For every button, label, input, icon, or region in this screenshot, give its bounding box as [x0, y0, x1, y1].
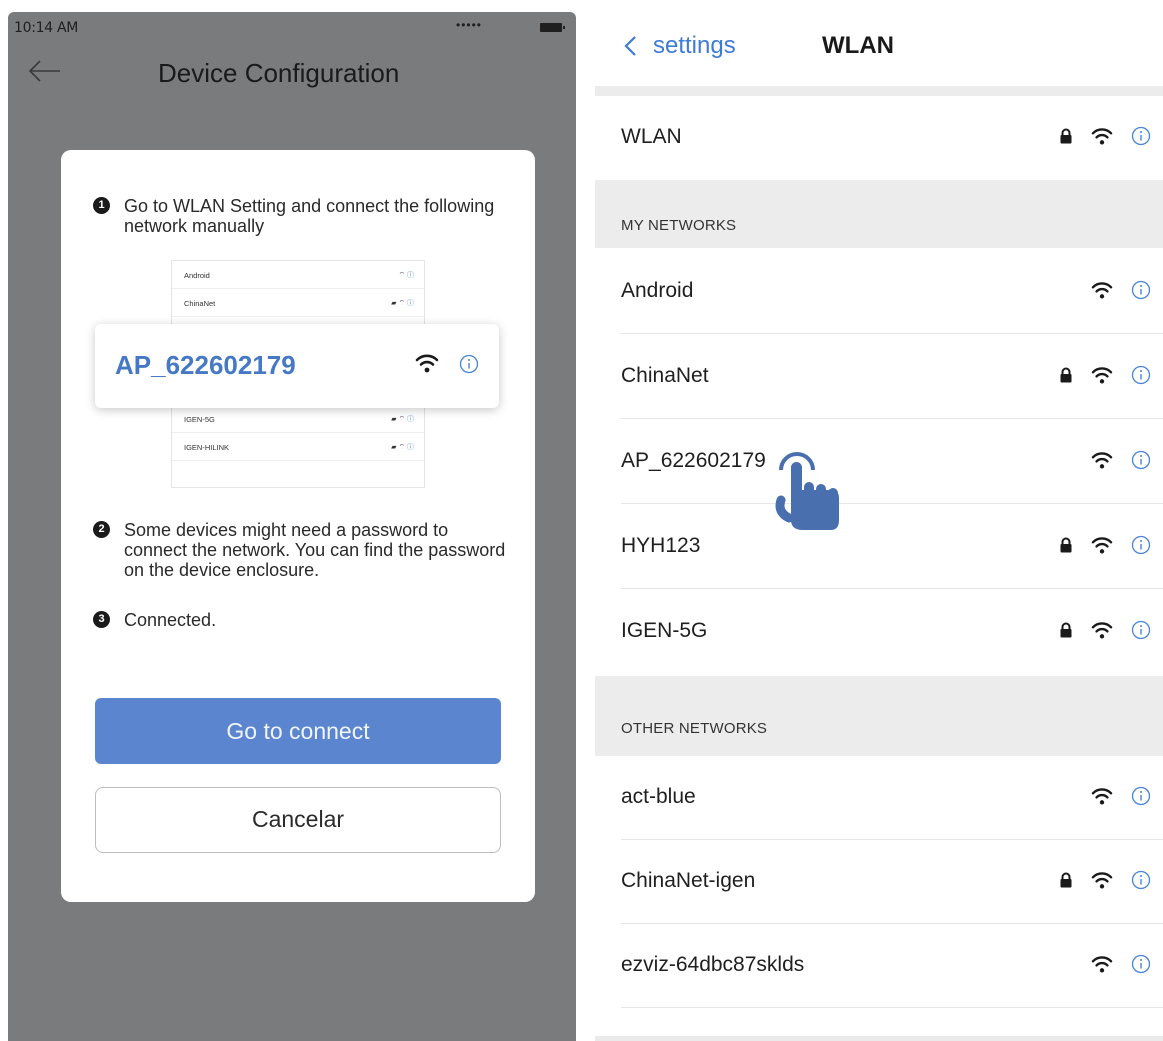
step-1: 1 Go to WLAN Setting and connect the fol…: [93, 196, 513, 236]
wifi-icon: [1091, 367, 1113, 384]
info-icon[interactable]: [1131, 535, 1151, 555]
lock-icon: [1060, 537, 1072, 553]
network-row-act-blue[interactable]: act-blue: [595, 756, 1163, 840]
my-networks-header: MY NETWORKS: [595, 180, 1163, 248]
list-item: ChinaNet ▰ ⌔ ⓘ: [172, 289, 424, 317]
divider: [621, 503, 1163, 504]
divider: [621, 418, 1163, 419]
network-row-ap[interactable]: AP_622602179: [595, 420, 1163, 504]
divider: [621, 588, 1163, 589]
info-icon[interactable]: [1131, 280, 1151, 300]
status-bar: 10:14 AM •••••: [8, 12, 576, 42]
lock-icon: [1060, 128, 1072, 144]
info-icon[interactable]: [1131, 786, 1151, 806]
network-name: AP_622602179: [621, 449, 766, 472]
step-number: 2: [93, 521, 110, 538]
wifi-icon: [1091, 788, 1113, 805]
chevron-left-icon: [624, 36, 636, 56]
network-name: IGEN-5G: [184, 415, 215, 424]
step-text: Go to WLAN Setting and connect the follo…: [124, 196, 495, 236]
info-icon[interactable]: [1131, 450, 1151, 470]
wifi-icon: ⌔ ⓘ: [398, 272, 414, 279]
network-name: Android: [184, 271, 210, 280]
signal-icon: •••••: [456, 18, 483, 32]
step-2: 2 Some devices might need a password to …: [93, 520, 513, 580]
network-row-android[interactable]: Android: [595, 250, 1163, 334]
section-label: OTHER NETWORKS: [621, 720, 768, 737]
info-icon[interactable]: [1131, 126, 1151, 146]
highlighted-network-card: AP_622602179: [95, 324, 499, 408]
back-arrow-icon[interactable]: [26, 56, 62, 86]
network-row-igen-5g[interactable]: IGEN-5G: [595, 590, 1163, 674]
network-row-ezviz[interactable]: ezviz-64dbc87sklds: [595, 924, 1163, 1008]
section-gap: [595, 86, 1163, 96]
back-label: settings: [653, 32, 736, 59]
network-row-chinanet-igen[interactable]: ChinaNet-igen: [595, 840, 1163, 924]
lock-icon: ▰ ⌔ ⓘ: [391, 416, 414, 423]
network-name: IGEN-HILINK: [184, 443, 230, 452]
instructions-dialog: 1 Go to WLAN Setting and connect the fol…: [61, 150, 535, 902]
wifi-icon: [1091, 872, 1113, 889]
step-text: Some devices might need a password to co…: [124, 520, 506, 580]
wifi-icon: [1091, 537, 1113, 554]
network-name: HYH123: [621, 534, 701, 557]
lock-icon: ▰ ⌔ ⓘ: [391, 444, 414, 451]
network-name: ChinaNet: [184, 299, 216, 308]
wifi-icon: [1091, 956, 1113, 973]
info-icon[interactable]: [1131, 365, 1151, 385]
wifi-icon: [1091, 128, 1113, 145]
wifi-icon: [1091, 452, 1113, 469]
step-number: 1: [93, 197, 110, 214]
step-3: 3 Connected.: [93, 610, 513, 630]
partial-row: [595, 1036, 1163, 1041]
other-networks-header: OTHER NETWORKS: [595, 676, 1163, 756]
network-name: IGEN-5G: [621, 619, 708, 642]
network-name: act-blue: [621, 785, 696, 808]
status-time: 10:14 AM: [14, 20, 79, 36]
lock-icon: [1060, 622, 1072, 638]
page-title: WLAN: [822, 32, 894, 59]
divider: [621, 1007, 1163, 1008]
section-label: MY NETWORKS: [621, 217, 737, 234]
info-icon[interactable]: [1131, 954, 1151, 974]
wifi-icon: [415, 354, 439, 373]
wifi-icon: [1091, 282, 1113, 299]
info-icon[interactable]: [1131, 870, 1151, 890]
cancel-button[interactable]: Cancelar: [95, 787, 501, 853]
lock-icon: ▰ ⌔ ⓘ: [391, 300, 414, 307]
battery-icon: [540, 23, 565, 32]
list-item: IGEN-HILINK ▰ ⌔ ⓘ: [172, 433, 424, 461]
info-icon[interactable]: [1131, 620, 1151, 640]
list-item: Android ⌔ ⓘ: [172, 261, 424, 289]
divider: [621, 333, 1163, 334]
device-configuration-screen: 10:14 AM ••••• Device Configuration 1 Go…: [8, 12, 576, 1041]
wlan-toggle-row[interactable]: WLAN: [595, 96, 1163, 180]
wlan-settings-screen: settings WLAN WLAN MY NETWORKS Android C…: [595, 0, 1163, 1041]
lock-icon: [1060, 872, 1072, 888]
network-name: ChinaNet: [621, 364, 709, 387]
network-row-hyh123[interactable]: HYH123: [595, 505, 1163, 589]
network-name: WLAN: [621, 125, 682, 148]
tap-hand-icon: [775, 452, 839, 530]
network-row-chinanet[interactable]: ChinaNet: [595, 335, 1163, 419]
step-text: Connected.: [124, 610, 217, 630]
wifi-icon: [1091, 622, 1113, 639]
page-title: Device Configuration: [158, 58, 400, 88]
info-icon: [459, 354, 479, 374]
go-to-connect-button[interactable]: Go to connect: [95, 698, 501, 764]
list-item: IGEN-5G ▰ ⌔ ⓘ: [172, 405, 424, 433]
lock-icon: [1060, 367, 1072, 383]
network-name: Android: [621, 279, 694, 302]
highlighted-ssid: AP_622602179: [115, 350, 296, 380]
network-name: ChinaNet-igen: [621, 869, 756, 892]
network-name: ezviz-64dbc87sklds: [621, 953, 805, 976]
step-number: 3: [93, 611, 110, 628]
